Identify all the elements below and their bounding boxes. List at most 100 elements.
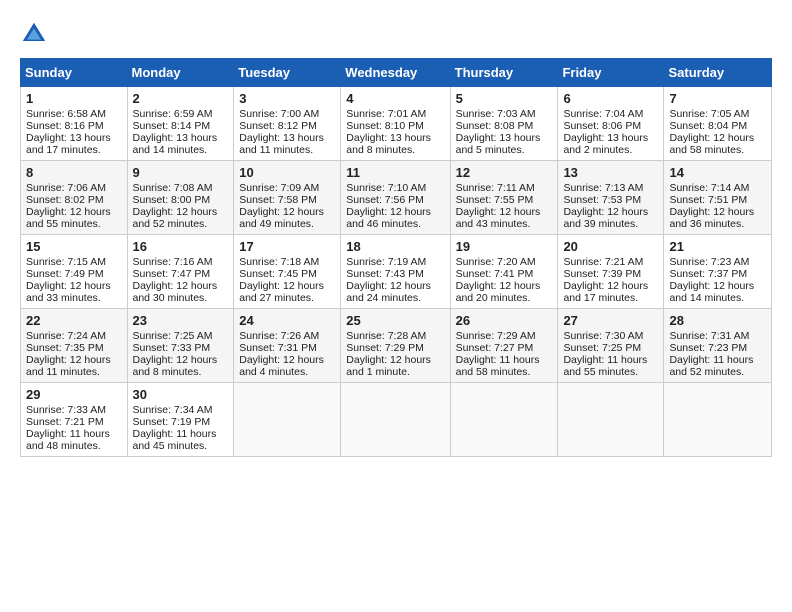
day-info-line: Daylight: 13 hours <box>563 132 658 144</box>
day-info-line: and 17 minutes. <box>26 144 122 156</box>
page-header <box>20 20 772 48</box>
day-info-line: Sunset: 7:23 PM <box>669 342 766 354</box>
day-info-line: Daylight: 12 hours <box>669 132 766 144</box>
day-number: 12 <box>456 165 553 180</box>
day-info-line: Sunrise: 7:09 AM <box>239 182 335 194</box>
calendar-cell: 10Sunrise: 7:09 AMSunset: 7:58 PMDayligh… <box>234 161 341 235</box>
weekday-header: Friday <box>558 59 664 87</box>
day-info-line: and 43 minutes. <box>456 218 553 230</box>
day-number: 16 <box>133 239 229 254</box>
day-info-line: Sunrise: 7:05 AM <box>669 108 766 120</box>
calendar-cell: 20Sunrise: 7:21 AMSunset: 7:39 PMDayligh… <box>558 235 664 309</box>
calendar-cell: 25Sunrise: 7:28 AMSunset: 7:29 PMDayligh… <box>341 309 450 383</box>
day-info-line: Daylight: 12 hours <box>346 354 444 366</box>
day-info-line: and 52 minutes. <box>133 218 229 230</box>
day-info-line: Daylight: 12 hours <box>669 280 766 292</box>
logo-icon <box>20 20 48 48</box>
day-info-line: Sunrise: 7:13 AM <box>563 182 658 194</box>
day-info-line: Daylight: 11 hours <box>456 354 553 366</box>
day-info-line: Sunset: 7:29 PM <box>346 342 444 354</box>
calendar-cell: 14Sunrise: 7:14 AMSunset: 7:51 PMDayligh… <box>664 161 772 235</box>
day-number: 28 <box>669 313 766 328</box>
day-info-line: Daylight: 11 hours <box>669 354 766 366</box>
day-info-line: Sunset: 7:37 PM <box>669 268 766 280</box>
day-info-line: and 17 minutes. <box>563 292 658 304</box>
day-info-line: Sunrise: 7:06 AM <box>26 182 122 194</box>
day-info-line: and 27 minutes. <box>239 292 335 304</box>
day-number: 3 <box>239 91 335 106</box>
day-info-line: Daylight: 11 hours <box>563 354 658 366</box>
day-info-line: Sunrise: 7:18 AM <box>239 256 335 268</box>
day-info-line: Sunset: 7:27 PM <box>456 342 553 354</box>
day-number: 5 <box>456 91 553 106</box>
calendar-cell: 13Sunrise: 7:13 AMSunset: 7:53 PMDayligh… <box>558 161 664 235</box>
day-info-line: Sunrise: 7:21 AM <box>563 256 658 268</box>
day-info-line: Sunset: 7:56 PM <box>346 194 444 206</box>
calendar-cell: 22Sunrise: 7:24 AMSunset: 7:35 PMDayligh… <box>21 309 128 383</box>
day-info-line: Sunrise: 6:58 AM <box>26 108 122 120</box>
day-number: 8 <box>26 165 122 180</box>
day-info-line: Daylight: 12 hours <box>239 280 335 292</box>
day-info-line: Daylight: 13 hours <box>239 132 335 144</box>
day-info-line: Daylight: 12 hours <box>239 206 335 218</box>
day-info-line: Sunrise: 7:24 AM <box>26 330 122 342</box>
day-info-line: Sunset: 7:33 PM <box>133 342 229 354</box>
day-info-line: and 20 minutes. <box>456 292 553 304</box>
day-info-line: Sunrise: 7:28 AM <box>346 330 444 342</box>
day-info-line: Sunrise: 7:01 AM <box>346 108 444 120</box>
day-info-line: Daylight: 12 hours <box>133 354 229 366</box>
day-info-line: Sunset: 7:45 PM <box>239 268 335 280</box>
day-info-line: Daylight: 13 hours <box>346 132 444 144</box>
day-info-line: Sunset: 8:04 PM <box>669 120 766 132</box>
day-info-line: and 1 minute. <box>346 366 444 378</box>
weekday-header: Monday <box>127 59 234 87</box>
calendar-cell <box>341 383 450 457</box>
day-info-line: and 58 minutes. <box>669 144 766 156</box>
day-number: 17 <box>239 239 335 254</box>
day-info-line: Sunset: 7:47 PM <box>133 268 229 280</box>
day-info-line: Daylight: 12 hours <box>563 206 658 218</box>
day-number: 10 <box>239 165 335 180</box>
calendar-cell <box>234 383 341 457</box>
day-info-line: Sunrise: 7:31 AM <box>669 330 766 342</box>
calendar-cell: 7Sunrise: 7:05 AMSunset: 8:04 PMDaylight… <box>664 87 772 161</box>
logo <box>20 20 52 48</box>
calendar-cell: 27Sunrise: 7:30 AMSunset: 7:25 PMDayligh… <box>558 309 664 383</box>
day-info-line: Sunset: 7:25 PM <box>563 342 658 354</box>
weekday-header: Thursday <box>450 59 558 87</box>
calendar-cell: 17 Sunrise: 7:18 AMSunset: 7:45 PMDayligh… <box>234 235 341 309</box>
day-info-line: and 11 minutes. <box>26 366 122 378</box>
day-info-line: Sunset: 8:00 PM <box>133 194 229 206</box>
day-info-line: Daylight: 12 hours <box>456 206 553 218</box>
calendar-cell: 6Sunrise: 7:04 AMSunset: 8:06 PMDaylight… <box>558 87 664 161</box>
calendar-cell: 29Sunrise: 7:33 AMSunset: 7:21 PMDayligh… <box>21 383 128 457</box>
day-info-line: Sunrise: 7:33 AM <box>26 404 122 416</box>
day-info-line: and 2 minutes. <box>563 144 658 156</box>
day-number: 24 <box>239 313 335 328</box>
day-info-line: Sunrise: 7:10 AM <box>346 182 444 194</box>
day-info-line: Sunset: 8:06 PM <box>563 120 658 132</box>
calendar-cell: 9Sunrise: 7:08 AMSunset: 8:00 PMDaylight… <box>127 161 234 235</box>
day-info-line: Sunset: 7:31 PM <box>239 342 335 354</box>
day-info-line: and 48 minutes. <box>26 440 122 452</box>
day-info-line: Sunset: 8:14 PM <box>133 120 229 132</box>
day-info-line: Sunset: 7:41 PM <box>456 268 553 280</box>
day-info-line: and 39 minutes. <box>563 218 658 230</box>
day-info-line: and 4 minutes. <box>239 366 335 378</box>
day-info-line: Daylight: 13 hours <box>133 132 229 144</box>
calendar-cell: 28 Sunrise: 7:31 AMSunset: 7:23 PMDayligh… <box>664 309 772 383</box>
day-number: 13 <box>563 165 658 180</box>
day-info-line: Daylight: 11 hours <box>26 428 122 440</box>
day-info-line: and 36 minutes. <box>669 218 766 230</box>
day-info-line: and 14 minutes. <box>133 144 229 156</box>
day-info-line: and 55 minutes. <box>563 366 658 378</box>
day-info-line: Sunrise: 7:23 AM <box>669 256 766 268</box>
calendar-cell: 24Sunrise: 7:26 AMSunset: 7:31 PMDayligh… <box>234 309 341 383</box>
day-info-line: Sunset: 7:51 PM <box>669 194 766 206</box>
day-number: 19 <box>456 239 553 254</box>
day-number: 4 <box>346 91 444 106</box>
day-info-line: Sunrise: 7:03 AM <box>456 108 553 120</box>
day-info-line: and 14 minutes. <box>669 292 766 304</box>
day-info-line: Daylight: 12 hours <box>133 206 229 218</box>
day-info-line: Daylight: 12 hours <box>133 280 229 292</box>
